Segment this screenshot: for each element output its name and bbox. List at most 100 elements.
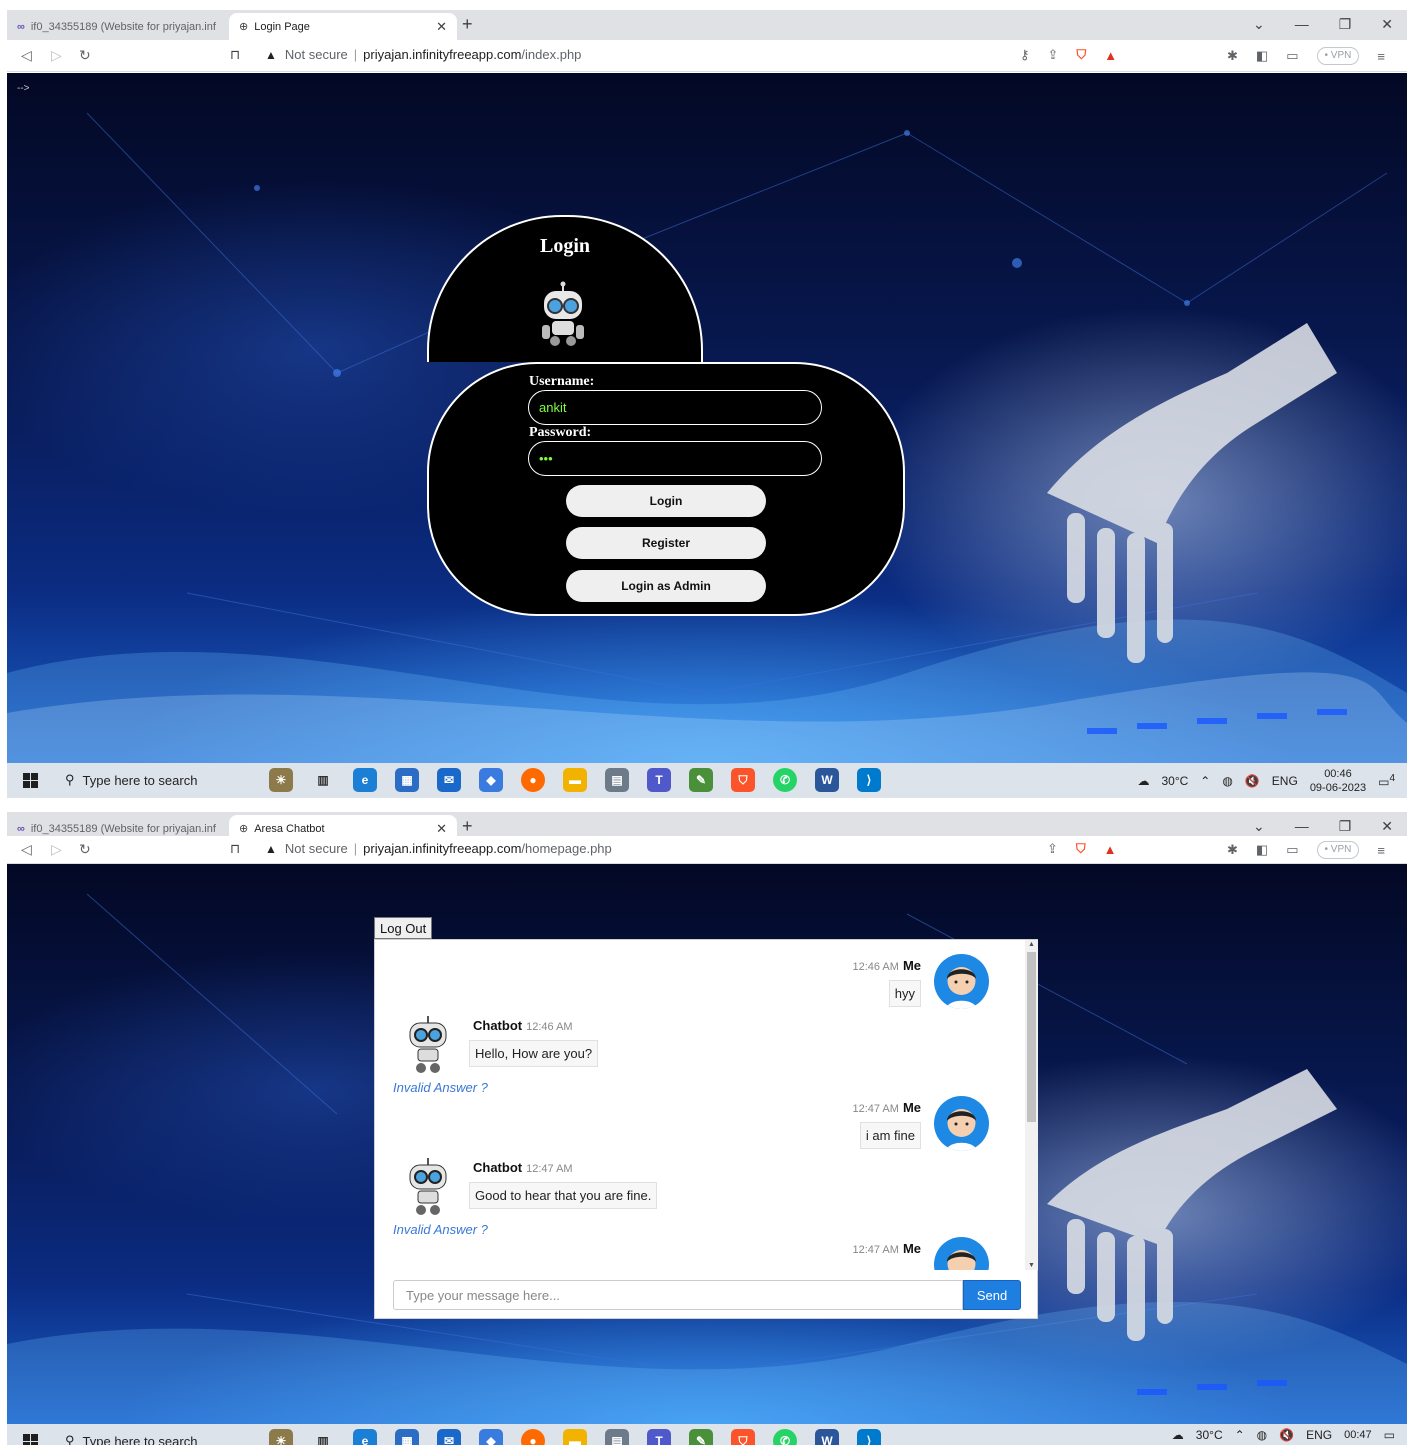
minimize-icon[interactable]: — — [1295, 818, 1309, 835]
password-field[interactable]: ••• — [528, 441, 822, 476]
minimize-icon[interactable]: — — [1295, 16, 1309, 33]
wallet-icon[interactable]: ▭ — [1286, 48, 1298, 64]
close-tab-icon[interactable]: ✕ — [436, 19, 447, 35]
store-icon[interactable]: ▦ — [395, 1429, 419, 1445]
login-as-admin-button[interactable]: Login as Admin — [566, 570, 766, 602]
file-explorer-icon[interactable]: ▬ — [563, 1429, 587, 1445]
username-field[interactable]: ankit — [528, 390, 822, 425]
forward-icon[interactable]: ▷ — [51, 841, 62, 858]
firefox-icon[interactable]: ● — [521, 1429, 545, 1445]
task-view-icon[interactable]: ▥ — [311, 768, 335, 792]
notepad-icon[interactable]: ▤ — [605, 1429, 629, 1445]
chat-messages[interactable]: 12:46 AM Me hyy Chatbot 12:46 AM Hello, … — [375, 940, 1025, 1270]
app-icon[interactable]: ◆ — [479, 768, 503, 792]
close-window-icon[interactable]: ✕ — [1381, 818, 1393, 835]
word-icon[interactable]: W — [815, 1429, 839, 1445]
paint-icon[interactable]: ✎ — [689, 1429, 713, 1445]
brave-rewards-icon[interactable]: ▲ — [1104, 842, 1117, 857]
windows-start-icon[interactable] — [23, 773, 38, 788]
menu-icon[interactable]: ≡ — [1377, 49, 1385, 64]
brave-icon[interactable]: ⛉ — [731, 1429, 755, 1445]
whatsapp-icon[interactable]: ✆ — [773, 768, 797, 792]
restore-icon[interactable]: ❐ — [1339, 818, 1352, 835]
tab-search-icon[interactable]: ⌄ — [1253, 818, 1265, 835]
language-indicator[interactable]: ENG — [1306, 1428, 1332, 1442]
message-input[interactable]: Type your message here... — [393, 1280, 963, 1310]
edge-icon[interactable]: e — [353, 1429, 377, 1445]
edge-icon[interactable]: e — [353, 768, 377, 792]
invalid-answer-link[interactable]: Invalid Answer ? — [393, 1222, 488, 1237]
new-tab-button[interactable]: + — [462, 816, 473, 837]
vpn-button[interactable]: • VPN — [1316, 841, 1360, 859]
back-icon[interactable]: ◁ — [21, 841, 32, 858]
task-view-icon[interactable]: ▥ — [311, 1429, 335, 1445]
network-icon[interactable]: ◍ — [1257, 1428, 1267, 1442]
clock[interactable]: 00:47 — [1344, 1428, 1372, 1442]
scrollbar-thumb[interactable] — [1027, 952, 1036, 1122]
volume-icon[interactable]: 🔇 — [1279, 1428, 1294, 1442]
back-icon[interactable]: ◁ — [21, 47, 32, 64]
notepad-icon[interactable]: ▤ — [605, 768, 629, 792]
firefox-icon[interactable]: ● — [521, 768, 545, 792]
wallet-icon[interactable]: ▭ — [1286, 842, 1298, 858]
brave-icon[interactable]: ⛉ — [731, 768, 755, 792]
chat-scrollbar[interactable]: ▲ ▼ — [1025, 940, 1038, 1270]
network-icon[interactable]: ◍ — [1222, 774, 1232, 788]
menu-icon[interactable]: ≡ — [1377, 843, 1385, 858]
widgets-icon[interactable]: ☀ — [269, 1429, 293, 1445]
brave-shield-icon[interactable]: ⛉ — [1076, 841, 1086, 857]
extensions-icon[interactable]: ✱ — [1227, 842, 1238, 858]
file-explorer-icon[interactable]: ▬ — [563, 768, 587, 792]
word-icon[interactable]: W — [815, 768, 839, 792]
forward-icon[interactable]: ▷ — [51, 47, 62, 64]
share-icon[interactable]: ⇪ — [1047, 841, 1058, 857]
weather-icon[interactable]: ☁ — [1137, 774, 1149, 788]
address-bar[interactable]: ▲ Not secure | priyajan.infinityfreeapp.… — [265, 47, 581, 62]
bookmark-icon[interactable]: ⊓ — [230, 841, 240, 857]
sidebar-icon[interactable]: ◧ — [1256, 842, 1268, 858]
scroll-up-icon[interactable]: ▲ — [1028, 941, 1035, 948]
volume-icon[interactable]: 🔇 — [1245, 774, 1260, 788]
taskbar-search[interactable]: ⚲ Type here to search — [65, 772, 197, 788]
key-icon[interactable]: ⚷ — [1020, 47, 1030, 63]
windows-start-icon[interactable] — [23, 1434, 38, 1445]
store-icon[interactable]: ▦ — [395, 768, 419, 792]
tab-login-page[interactable]: ⊕ Login Page ✕ — [229, 13, 457, 40]
teams-icon[interactable]: T — [647, 1429, 671, 1445]
whatsapp-icon[interactable]: ✆ — [773, 1429, 797, 1445]
tray-chevron-icon[interactable]: ⌃ — [1200, 774, 1210, 788]
reload-icon[interactable]: ↻ — [79, 47, 91, 64]
mail-icon[interactable]: ✉ — [437, 768, 461, 792]
close-window-icon[interactable]: ✕ — [1381, 16, 1393, 33]
reload-icon[interactable]: ↻ — [79, 841, 91, 858]
tab-infinityfree[interactable]: ∞ if0_34355189 (Website for priyajan.inf — [7, 13, 229, 40]
log-out-button[interactable]: Log Out — [374, 917, 433, 939]
restore-icon[interactable]: ❐ — [1339, 16, 1352, 33]
language-indicator[interactable]: ENG — [1272, 774, 1298, 788]
clock[interactable]: 00:46 09-06-2023 — [1310, 767, 1366, 795]
register-button[interactable]: Register — [566, 527, 766, 559]
weather-temp[interactable]: 30°C — [1161, 774, 1188, 788]
teams-icon[interactable]: T — [647, 768, 671, 792]
invalid-answer-link[interactable]: Invalid Answer ? — [393, 1080, 488, 1095]
sidebar-icon[interactable]: ◧ — [1256, 48, 1268, 64]
weather-temp[interactable]: 30°C — [1196, 1428, 1223, 1442]
tab-search-icon[interactable]: ⌄ — [1253, 16, 1265, 33]
new-tab-button[interactable]: + — [462, 14, 473, 35]
weather-icon[interactable]: ☁ — [1172, 1428, 1184, 1442]
widgets-icon[interactable]: ☀ — [269, 768, 293, 792]
notification-icon[interactable]: ▭ — [1384, 1428, 1395, 1442]
extensions-icon[interactable]: ✱ — [1227, 48, 1238, 64]
paint-icon[interactable]: ✎ — [689, 768, 713, 792]
app-icon[interactable]: ◆ — [479, 1429, 503, 1445]
vpn-button[interactable]: • VPN — [1316, 47, 1360, 65]
brave-rewards-icon[interactable]: ▲ — [1104, 48, 1117, 63]
send-button[interactable]: Send — [963, 1280, 1021, 1310]
taskbar-search[interactable]: ⚲ Type here to search — [65, 1433, 197, 1445]
vscode-icon[interactable]: ⟩ — [857, 768, 881, 792]
brave-shield-icon[interactable]: ⛉ — [1076, 47, 1086, 63]
address-bar[interactable]: ▲ Not secure | priyajan.infinityfreeapp.… — [265, 841, 612, 856]
login-button[interactable]: Login — [566, 485, 766, 517]
mail-icon[interactable]: ✉ — [437, 1429, 461, 1445]
scroll-down-icon[interactable]: ▼ — [1028, 1262, 1035, 1269]
